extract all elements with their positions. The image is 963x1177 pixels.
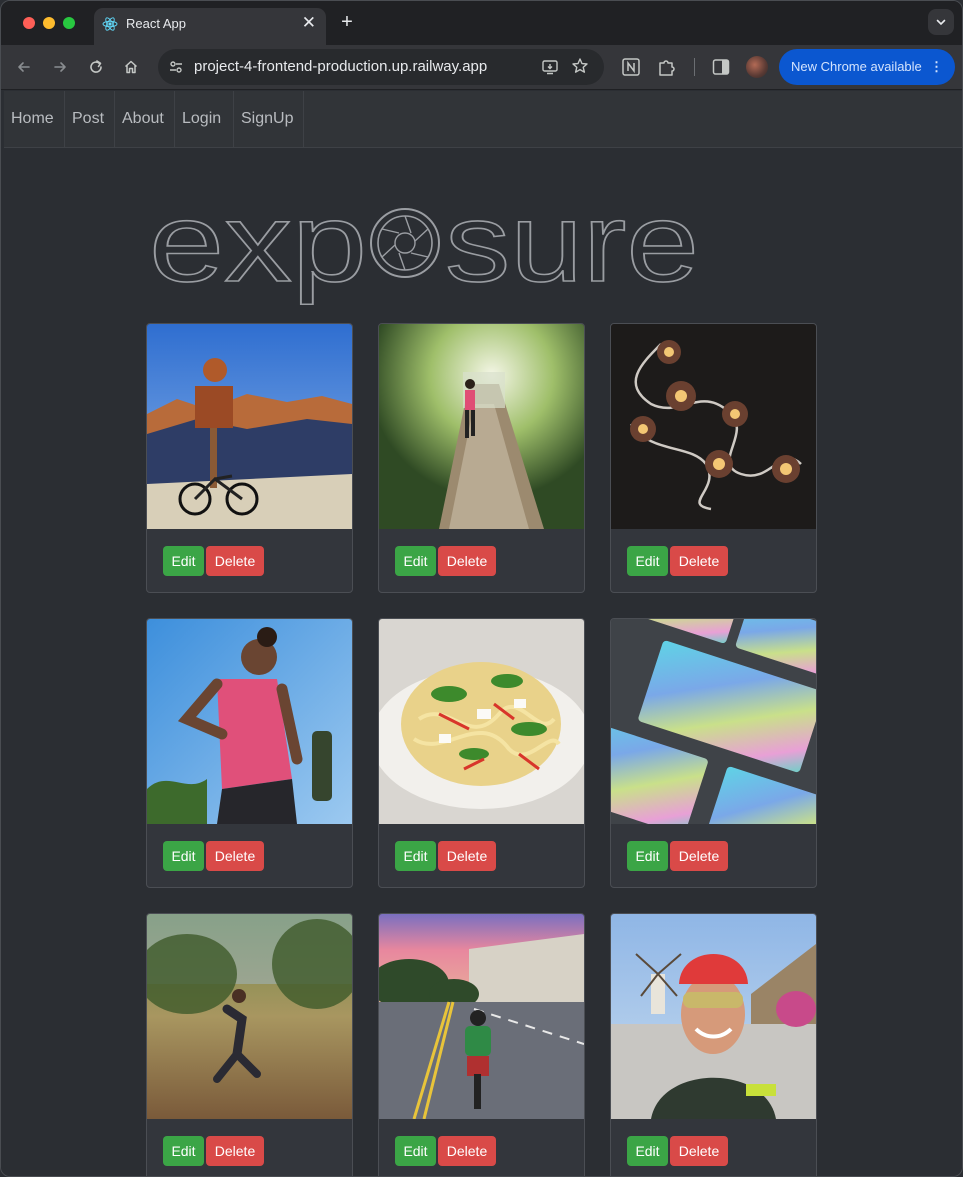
post-card: Edit Delete [610,323,817,593]
tab-react-app[interactable]: React App ✕ [94,8,326,45]
post-image[interactable] [611,914,816,1119]
url-text[interactable]: project-4-frontend-production.up.railway… [194,58,487,75]
post-card: Edit Delete [146,323,353,593]
post-card: Edit Delete [610,618,817,888]
post-card: Edit Delete [610,913,817,1176]
logo-text-right: sure [445,189,699,305]
chrome-update-button[interactable]: New Chrome available ⋮ [779,49,955,85]
tab-title: React App [126,16,186,31]
react-icon [102,17,118,31]
tab-close-icon[interactable]: ✕ [302,13,316,33]
notion-extension-icon[interactable] [621,56,641,78]
delete-button[interactable]: Delete [206,546,264,576]
browser-window: React App ✕ + project-4-frontend-product… [0,0,963,1177]
home-icon[interactable] [118,54,144,80]
edit-button[interactable]: Edit [163,841,204,871]
logo-text-left: exp [149,189,367,305]
reload-icon[interactable] [83,54,109,80]
post-card: Edit Delete [146,618,353,888]
edit-button[interactable]: Edit [395,841,436,871]
nav-signup-link[interactable]: SignUp [234,91,304,147]
delete-button[interactable]: Delete [206,1136,264,1166]
post-image[interactable] [379,619,584,824]
site-settings-icon[interactable] [166,57,186,77]
edit-button[interactable]: Edit [163,546,204,576]
side-panel-icon[interactable] [711,56,731,78]
extensions-puzzle-icon[interactable] [657,56,677,78]
back-arrow-icon[interactable] [11,54,37,80]
edit-button[interactable]: Edit [395,546,436,576]
post-image[interactable] [147,324,352,529]
bookmark-star-icon[interactable] [570,56,590,76]
delete-button[interactable]: Delete [670,841,728,871]
exposure-logo: exp sure [149,189,700,306]
post-image[interactable] [379,914,584,1119]
minimize-window-button[interactable] [43,17,55,29]
profile-avatar[interactable] [746,56,768,78]
maximize-window-button[interactable] [63,17,75,29]
delete-button[interactable]: Delete [670,546,728,576]
aperture-icon [370,208,440,278]
address-bar[interactable]: project-4-frontend-production.up.railway… [158,49,604,85]
delete-button[interactable]: Delete [438,1136,496,1166]
nav-login-link[interactable]: Login [175,91,234,147]
chrome-menu-icon[interactable]: ⋮ [930,49,943,85]
edit-button[interactable]: Edit [163,1136,204,1166]
post-card: Edit Delete [378,913,585,1176]
post-image[interactable] [147,914,352,1119]
page-content: Home Post About Login SignUp exp sure Ed… [1,91,962,1176]
chrome-update-label: New Chrome available [791,59,922,74]
post-card: Edit Delete [378,618,585,888]
post-card: Edit Delete [378,323,585,593]
nav-about-link[interactable]: About [115,91,175,147]
edit-button[interactable]: Edit [395,1136,436,1166]
delete-button[interactable]: Delete [670,1136,728,1166]
browser-toolbar: project-4-frontend-production.up.railway… [1,45,962,90]
tab-strip: React App ✕ + [1,1,962,45]
install-app-icon[interactable] [540,57,560,77]
tab-search-chevron-icon[interactable] [928,9,954,35]
post-image[interactable] [379,324,584,529]
post-card: Edit Delete [146,913,353,1176]
delete-button[interactable]: Delete [206,841,264,871]
edit-button[interactable]: Edit [627,546,668,576]
nav-post-link[interactable]: Post [65,91,115,147]
close-window-button[interactable] [23,17,35,29]
post-image[interactable] [611,324,816,529]
edit-button[interactable]: Edit [627,841,668,871]
forward-arrow-icon[interactable] [47,54,73,80]
post-image[interactable] [611,619,816,824]
navbar: Home Post About Login SignUp [4,91,962,148]
nav-home-link[interactable]: Home [4,91,65,147]
new-tab-button[interactable]: + [337,10,357,34]
edit-button[interactable]: Edit [627,1136,668,1166]
toolbar-divider [694,58,695,76]
delete-button[interactable]: Delete [438,546,496,576]
delete-button[interactable]: Delete [438,841,496,871]
post-image[interactable] [147,619,352,824]
